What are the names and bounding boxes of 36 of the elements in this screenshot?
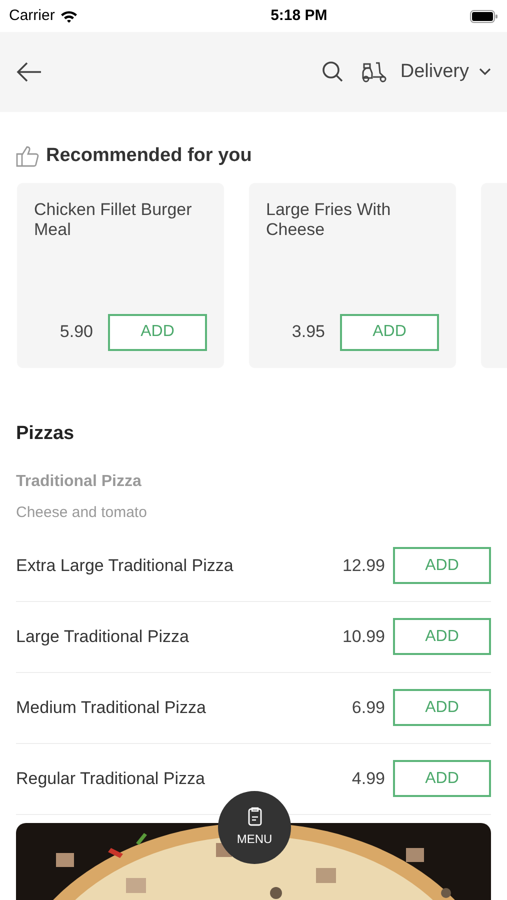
section-heading: Recommended for you [46,144,252,168]
price-label: 12.99 [342,554,385,577]
clipboard-icon [248,807,262,826]
price-label: 3.95 [292,321,325,344]
add-button[interactable]: ADD [393,689,491,726]
search-icon[interactable] [322,61,344,83]
price-label: 10.99 [342,626,385,648]
wifi-icon [60,10,78,22]
product-name: Chicken Fillet Burger Meal [34,200,193,240]
price-label: 6.99 [352,696,385,719]
menu-button[interactable]: MENU [218,791,291,864]
subcategory-description: Cheese and tomato [16,503,147,523]
thumbs-up-icon [16,145,39,168]
chevron-down-icon [479,68,491,76]
item-name: Regular Traditional Pizza [16,768,206,790]
add-button[interactable]: ADD [393,760,491,797]
add-button[interactable]: ADD [340,314,439,350]
add-button[interactable]: ADD [393,618,491,655]
item-name: Large Traditional Pizza [16,626,190,648]
add-button[interactable]: ADD [108,314,207,350]
back-arrow-icon[interactable] [16,62,42,82]
battery-icon [470,10,498,22]
scooter-icon [360,61,388,83]
price-label: 4.99 [352,768,385,790]
clock-label: 5:18 PM [270,6,328,26]
product-card[interactable]: Chicken Fillet Burger Meal 5.90 ADD [17,182,224,368]
delivery-dropdown[interactable]: Delivery [400,58,491,86]
item-name: Medium Traditional Pizza [16,696,207,719]
category-heading: Pizzas [15,422,76,446]
product-name: Large Fries With Cheese [266,200,392,240]
price-label: 5.90 [60,321,93,344]
item-name: Extra Large Traditional Pizza [16,554,234,577]
add-button[interactable]: ADD [393,547,491,584]
subcategory-title: Traditional Pizza [16,472,142,492]
carrier-label: Carrier [9,6,55,26]
product-card[interactable]: Large Fries With Cheese 3.95 ADD [249,182,456,368]
